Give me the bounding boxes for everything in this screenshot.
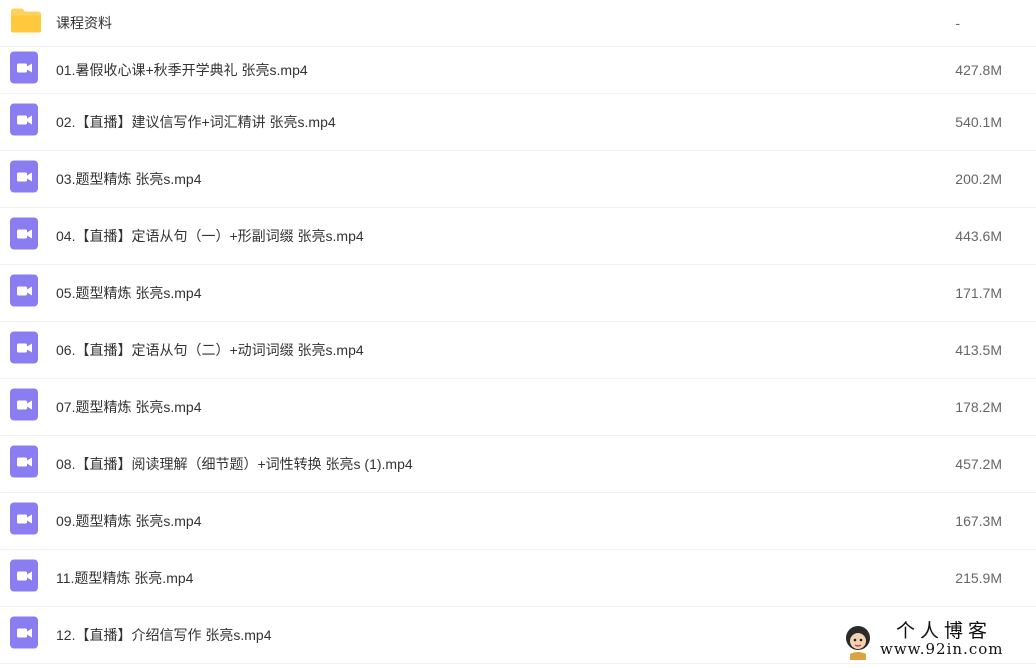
video-file-icon: [10, 217, 38, 255]
file-size: 413.5M: [955, 342, 1002, 358]
list-item-file[interactable]: 08.【直播】阅读理解（细节题）+词性转换 张亮s (1).mp4 457.2M: [0, 436, 1036, 493]
file-name: 09.题型精炼 张亮s.mp4: [56, 513, 202, 529]
file-name: 11.题型精炼 张亮.mp4: [56, 570, 194, 586]
video-file-icon: [10, 559, 38, 597]
folder-icon: [10, 8, 42, 39]
file-name: 06.【直播】定语从句（二）+动词词缀 张亮s.mp4: [56, 342, 364, 358]
watermark-title: 个人博客: [896, 620, 993, 642]
video-file-icon: [10, 616, 38, 654]
list-item-file[interactable]: 06.【直播】定语从句（二）+动词词缀 张亮s.mp4 413.5M: [0, 322, 1036, 379]
video-file-icon: [10, 331, 38, 369]
file-size: 215.9M: [955, 570, 1002, 586]
file-size: 200.2M: [955, 171, 1002, 187]
video-file-icon: [10, 274, 38, 312]
list-item-file[interactable]: 01.暑假收心课+秋季开学典礼 张亮s.mp4 427.8M: [0, 47, 1036, 94]
video-file-icon: [10, 388, 38, 426]
list-item-file[interactable]: 11.题型精炼 张亮.mp4 215.9M: [0, 550, 1036, 607]
list-item-file[interactable]: 05.题型精炼 张亮s.mp4 171.7M: [0, 265, 1036, 322]
video-file-icon: [10, 51, 38, 89]
list-item-file[interactable]: 09.题型精炼 张亮s.mp4 167.3M: [0, 493, 1036, 550]
folder-name: 课程资料: [56, 15, 112, 31]
list-item-folder[interactable]: 课程资料 -: [0, 0, 1036, 47]
file-size: 427.8M: [955, 62, 1002, 78]
file-name: 12.【直播】介绍信写作 张亮s.mp4: [56, 627, 272, 643]
video-file-icon: [10, 160, 38, 198]
watermark: 个人博客 www.92in.com: [840, 620, 1030, 662]
file-size: 178.2M: [955, 399, 1002, 415]
list-item-file[interactable]: 02.【直播】建议信写作+词汇精讲 张亮s.mp4 540.1M: [0, 94, 1036, 151]
file-size: 540.1M: [955, 114, 1002, 130]
file-name: 08.【直播】阅读理解（细节题）+词性转换 张亮s (1).mp4: [56, 456, 413, 472]
file-name: 05.题型精炼 张亮s.mp4: [56, 285, 202, 301]
video-file-icon: [10, 502, 38, 540]
list-item-file[interactable]: 04.【直播】定语从句（一）+形副词缀 张亮s.mp4 443.6M: [0, 208, 1036, 265]
watermark-url: www.92in.com: [880, 640, 1004, 658]
video-file-icon: [10, 445, 38, 483]
list-item-file[interactable]: 07.题型精炼 张亮s.mp4 178.2M: [0, 379, 1036, 436]
file-name: 02.【直播】建议信写作+词汇精讲 张亮s.mp4: [56, 114, 336, 130]
folder-size: -: [955, 15, 960, 31]
file-size: 457.2M: [955, 456, 1002, 472]
file-size: 171.7M: [955, 285, 1002, 301]
list-item-file[interactable]: 03.题型精炼 张亮s.mp4 200.2M: [0, 151, 1036, 208]
file-size: 167.3M: [955, 513, 1002, 529]
file-name: 07.题型精炼 张亮s.mp4: [56, 399, 202, 415]
file-list: 课程资料 - 01.暑假收心课+秋季开学典礼 张亮s.mp4 427.8M 02.【…: [0, 0, 1036, 664]
file-name: 01.暑假收心课+秋季开学典礼 张亮s.mp4: [56, 62, 308, 78]
file-size: 443.6M: [955, 228, 1002, 244]
video-file-icon: [10, 103, 38, 141]
file-name: 04.【直播】定语从句（一）+形副词缀 张亮s.mp4: [56, 228, 364, 244]
avatar-icon: [840, 622, 876, 667]
file-name: 03.题型精炼 张亮s.mp4: [56, 171, 202, 187]
